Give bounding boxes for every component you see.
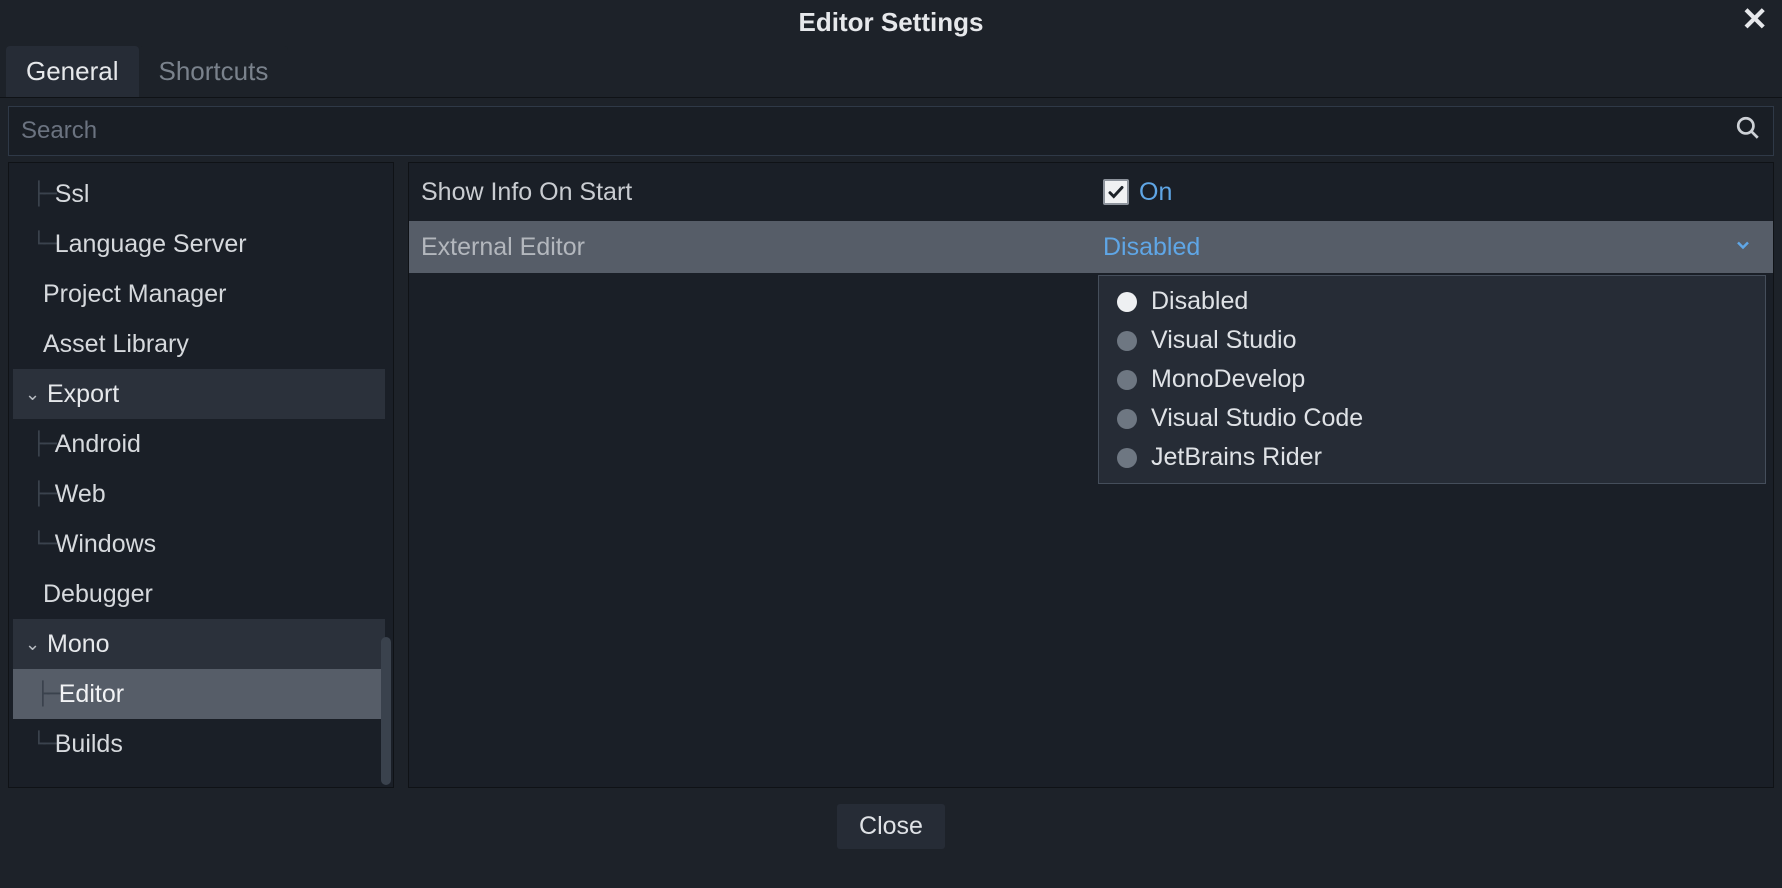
option-label: Visual Studio Code	[1151, 404, 1363, 433]
option-visual-studio[interactable]: Visual Studio	[1099, 321, 1765, 360]
tree-item-label: Language Server	[55, 230, 247, 259]
tree-item-debugger[interactable]: Debugger	[9, 569, 393, 619]
tree-branch-icon: ├─	[21, 482, 55, 507]
tree-item-label: Builds	[55, 730, 123, 759]
option-label: Visual Studio	[1151, 326, 1296, 355]
chevron-down-icon: ⌄	[25, 384, 45, 405]
option-vscode[interactable]: Visual Studio Code	[1099, 399, 1765, 438]
tree-branch-icon: ├─	[25, 682, 59, 707]
dropdown-external-editor[interactable]: Disabled	[1103, 233, 1773, 262]
tree-branch-icon: └─	[21, 232, 55, 257]
tree-item-label: Ssl	[55, 180, 90, 209]
tree-item-label: Editor	[59, 680, 124, 709]
tree-item-label: Web	[55, 480, 106, 509]
content-panel: Show Info On Start On External Editor Di…	[408, 162, 1774, 788]
option-monodevelop[interactable]: MonoDevelop	[1099, 360, 1765, 399]
option-jetbrains-rider[interactable]: JetBrains Rider	[1099, 438, 1765, 477]
radio-icon	[1117, 448, 1137, 468]
tree-branch-icon: └─	[21, 732, 55, 757]
tree-section-export[interactable]: ⌄ Export	[13, 369, 385, 419]
checkbox-on-label: On	[1139, 178, 1172, 207]
tree-item-builds[interactable]: └─ Builds	[9, 719, 393, 769]
tree-item-label: Asset Library	[43, 330, 189, 359]
tree-item-project-manager[interactable]: Project Manager	[9, 269, 393, 319]
checkbox-show-info[interactable]	[1103, 179, 1129, 205]
search-input[interactable]	[21, 117, 1735, 145]
tab-general[interactable]: General	[6, 46, 139, 97]
radio-icon	[1117, 331, 1137, 351]
titlebar: Editor Settings ✕	[0, 0, 1782, 44]
option-label: MonoDevelop	[1151, 365, 1305, 394]
sidebar: ├─ Ssl └─ Language Server Project Manage…	[8, 162, 394, 788]
radio-icon	[1117, 409, 1137, 429]
radio-icon	[1117, 292, 1137, 312]
tree-item-language-server[interactable]: └─ Language Server	[9, 219, 393, 269]
tab-bar: General Shortcuts	[0, 44, 1782, 98]
tab-shortcuts[interactable]: Shortcuts	[139, 46, 289, 97]
close-button[interactable]: Close	[837, 804, 945, 849]
option-label: Disabled	[1151, 287, 1248, 316]
property-show-info: Show Info On Start On	[409, 163, 1773, 221]
tree-item-asset-library[interactable]: Asset Library	[9, 319, 393, 369]
tree-item-web[interactable]: ├─ Web	[9, 469, 393, 519]
tree-item-label: Mono	[47, 630, 110, 659]
tree-item-editor[interactable]: ├─ Editor	[13, 669, 385, 719]
tree-item-android[interactable]: ├─ Android	[9, 419, 393, 469]
radio-icon	[1117, 370, 1137, 390]
tree-item-label: Project Manager	[43, 280, 226, 309]
chevron-down-icon	[1733, 233, 1753, 262]
tree-item-ssl[interactable]: ├─ Ssl	[9, 169, 393, 219]
tree-branch-icon: ├─	[21, 182, 55, 207]
option-disabled[interactable]: Disabled	[1099, 282, 1765, 321]
chevron-down-icon: ⌄	[25, 634, 45, 655]
tree-branch-icon: ├─	[21, 432, 55, 457]
scrollbar-thumb[interactable]	[381, 637, 391, 785]
property-external-editor: External Editor Disabled	[409, 221, 1773, 273]
dropdown-popup: Disabled Visual Studio MonoDevelop Visua…	[1098, 275, 1766, 484]
option-label: JetBrains Rider	[1151, 443, 1322, 472]
tree-item-label: Export	[47, 380, 119, 409]
search-icon[interactable]	[1735, 115, 1761, 148]
close-icon[interactable]: ✕	[1741, 0, 1768, 38]
tree-section-mono[interactable]: ⌄ Mono	[13, 619, 385, 669]
property-label: Show Info On Start	[421, 178, 1103, 207]
tree-item-label: Windows	[55, 530, 156, 559]
tree-branch-icon: └─	[21, 532, 55, 557]
window-title: Editor Settings	[799, 7, 984, 38]
search-row	[8, 106, 1774, 156]
tree-item-label: Debugger	[43, 580, 153, 609]
tree-item-label: Android	[55, 430, 141, 459]
dropdown-value: Disabled	[1103, 233, 1200, 262]
footer: Close	[0, 796, 1782, 856]
tree-item-windows[interactable]: └─ Windows	[9, 519, 393, 569]
property-label: External Editor	[421, 233, 1103, 262]
